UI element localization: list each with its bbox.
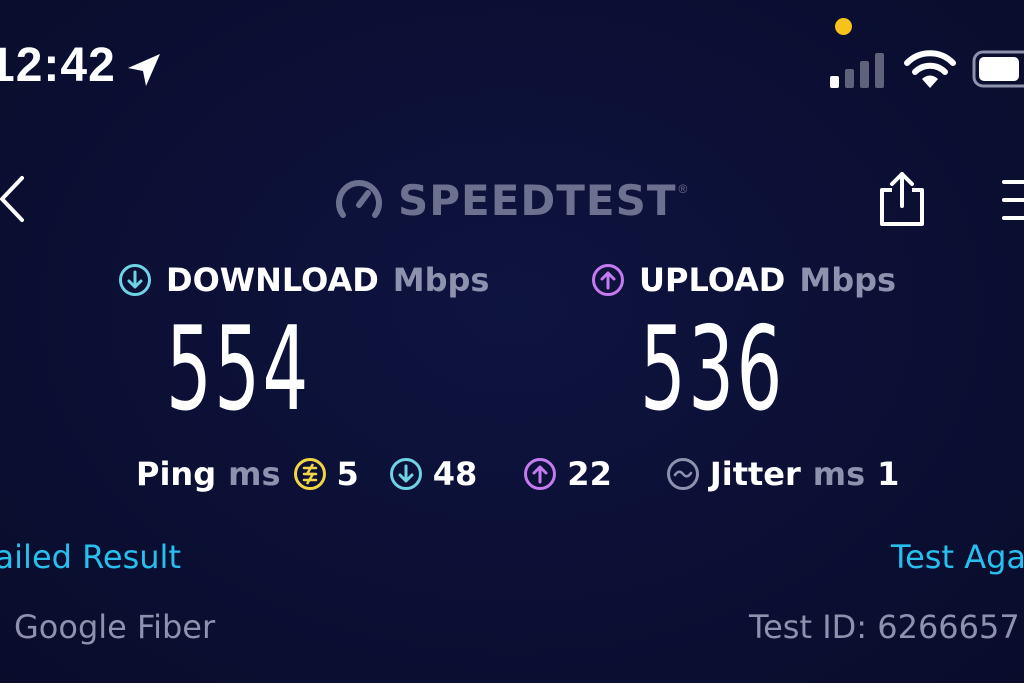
ping-idle-value: 5 (336, 455, 359, 493)
ping-upload-icon (524, 458, 557, 490)
ping-download-icon (389, 458, 422, 490)
download-speed-value: 554 (166, 302, 311, 437)
wifi-icon (904, 50, 956, 88)
arrow-down-circle-icon (119, 264, 151, 296)
hamburger-menu-icon[interactable] (998, 178, 1024, 222)
microphone-indicator-dot (835, 18, 852, 35)
ping-jitter-row: Ping ms 5 48 22 Jitter ms 1 (136, 452, 899, 496)
chevron-left-icon[interactable] (0, 174, 30, 224)
ping-upload-value: 22 (567, 455, 612, 493)
upload-unit: Mbps (799, 261, 897, 299)
isp-provider: Google Fiber (14, 608, 216, 646)
download-header: DOWNLOAD Mbps (118, 258, 489, 302)
test-id: Test ID: 6266657 (749, 608, 1020, 646)
download-unit: Mbps (392, 261, 490, 299)
speedtest-logo: SPEEDTEST ® (334, 172, 687, 228)
cellular-signal-icon (830, 53, 884, 88)
upload-speed-value: 536 (640, 302, 785, 437)
wave-circle-icon (666, 458, 699, 490)
ping-download-value: 48 (432, 455, 478, 493)
arrow-up-circle-icon (592, 264, 624, 296)
share-icon[interactable] (876, 170, 928, 228)
gauge-icon (336, 180, 382, 218)
jitter-label: Jitter (709, 455, 801, 493)
upload-header: UPLOAD Mbps (591, 258, 896, 302)
jitter-value: 1 (877, 455, 900, 493)
ping-unit: ms (228, 455, 281, 493)
jitter-unit: ms (812, 455, 866, 493)
battery-icon (972, 50, 1024, 88)
test-again-link[interactable]: Test Aga (891, 538, 1024, 576)
ping-label: Ping (136, 455, 217, 493)
status-time: 12:42 (0, 39, 116, 92)
upload-label: UPLOAD (639, 261, 786, 299)
detailed-result-link[interactable]: tailed Result (0, 538, 181, 576)
download-label: DOWNLOAD (166, 261, 379, 299)
speedtest-result-screen: 12:42 SPEEDTEST ® DOWNLOAD Mbps UPLOAD M… (0, 0, 1024, 683)
idle-ping-icon (293, 458, 326, 490)
brand-name: SPEEDTEST (398, 175, 677, 225)
location-arrow-icon (128, 54, 160, 86)
registered-mark: ® (678, 182, 688, 196)
